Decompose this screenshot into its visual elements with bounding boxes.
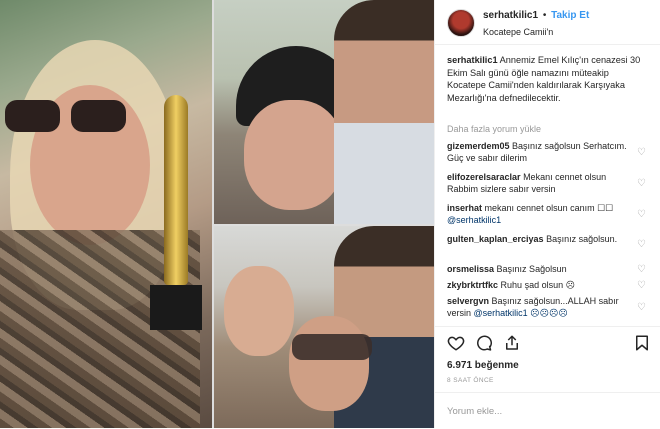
heart-icon[interactable]: ♡ (636, 239, 647, 250)
post-sidebar: serhatkilic1 • Takip Et Kocatepe Camii'n… (434, 0, 660, 428)
photo-sunglasses (5, 100, 130, 136)
comment-username[interactable]: zkybrktrtfkc (447, 280, 498, 290)
photo-face (224, 266, 294, 356)
post-timestamp: 8 SAAT ÖNCE (447, 377, 494, 384)
comments-panel[interactable]: serhatkilic1 Annemiz Emel Kılıç'ın cenaz… (435, 44, 660, 327)
username-line: serhatkilic1 • Takip Et (483, 10, 589, 21)
comment-username[interactable]: gulten_kaplan_erciyas (447, 234, 544, 244)
photo-group-selfie (214, 226, 434, 428)
comment-text: Ruhu şad olsun ☹ (500, 280, 575, 290)
heart-icon[interactable]: ♡ (636, 178, 647, 189)
comment-item: selvergvn Başınız sağolsun...ALLAH sabır… (447, 295, 633, 320)
photo-man (334, 0, 434, 224)
avatar[interactable] (447, 9, 475, 37)
separator-dot: • (542, 10, 547, 21)
follow-button[interactable]: Takip Et (551, 10, 589, 21)
comment-mention[interactable]: @serhatkilic1 ☹☹☹☹ (474, 308, 568, 318)
heart-icon[interactable]: ♡ (636, 264, 647, 275)
photo-mother-and-son (214, 0, 434, 224)
heart-icon[interactable]: ♡ (636, 147, 647, 158)
likes-count[interactable]: 6.971 beğenme (447, 360, 519, 371)
photo-face (289, 316, 369, 411)
comment-item: inserhat mekanı cennet olsun canım ☐☐ @s… (447, 202, 633, 227)
location-link[interactable]: Kocatepe Camii'n (483, 27, 553, 37)
action-bar (435, 330, 660, 356)
comment-text: Başınız Sağolsun (496, 264, 567, 274)
bookmark-icon[interactable] (633, 334, 651, 352)
load-more-comments[interactable]: Daha fazla yorum yükle (447, 124, 541, 134)
comment-username[interactable]: gizemerdem05 (447, 141, 510, 151)
add-comment-input[interactable]: Yorum ekle... (447, 406, 502, 417)
comment-item: zkybrktrtfkc Ruhu şad olsun ☹ (447, 279, 633, 291)
comment-icon[interactable] (475, 334, 493, 352)
username-link[interactable]: serhatkilic1 (483, 10, 538, 21)
heart-icon[interactable]: ♡ (636, 302, 647, 313)
heart-icon[interactable]: ♡ (636, 209, 647, 220)
photo-trophy (148, 95, 203, 330)
comment-username[interactable]: orsmelissa (447, 264, 494, 274)
heart-icon[interactable]: ♡ (636, 280, 647, 291)
comment-username[interactable]: selvergvn (447, 296, 489, 306)
post-caption: serhatkilic1 Annemiz Emel Kılıç'ın cenaz… (447, 54, 647, 104)
comment-username[interactable]: elifozerelsaraclar (447, 172, 521, 182)
comment-item: gulten_kaplan_erciyas Başınız sağolsun. (447, 233, 633, 245)
post-header: serhatkilic1 • Takip Et Kocatepe Camii'n (435, 0, 660, 45)
comment-text: Başınız sağolsun. (546, 234, 618, 244)
comment-text: mekanı cennet olsun canım ☐☐ (484, 203, 614, 213)
share-icon[interactable] (503, 334, 521, 352)
comment-mention[interactable]: @serhatkilic1 (447, 215, 501, 225)
post-media[interactable] (0, 0, 434, 428)
comment-item: gizemerdem05 Başınız sağolsun Serhatcım.… (447, 140, 633, 165)
heart-icon[interactable] (447, 334, 465, 352)
photo-sunglasses (292, 334, 372, 360)
photo-face (244, 100, 344, 210)
add-comment-bar: Yorum ekle... (435, 392, 660, 429)
comment-item: orsmelissa Başınız Sağolsun (447, 263, 633, 275)
photo-woman-with-trophy (0, 0, 212, 428)
comment-item: elifozerelsaraclar Mekanı cennet olsun R… (447, 171, 633, 196)
comment-username[interactable]: inserhat (447, 203, 482, 213)
caption-username[interactable]: serhatkilic1 (447, 55, 498, 65)
